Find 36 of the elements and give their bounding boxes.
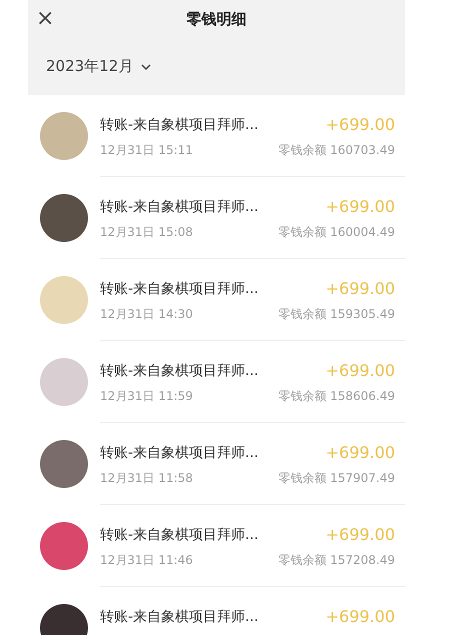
avatar-placeholder (40, 194, 88, 242)
transaction-title: 转账-来自象棋项目拜师... (100, 526, 258, 544)
close-button[interactable]: × (36, 8, 54, 30)
avatar-placeholder (40, 440, 88, 488)
balance-text: 零钱余额 157208.49 (278, 552, 395, 569)
month-selector[interactable]: 2023年12月 (46, 57, 152, 76)
transaction-amount: +699.00 (326, 361, 395, 380)
transaction-amount: +699.00 (326, 525, 395, 544)
balance-text: 零钱余额 157907.49 (278, 470, 395, 487)
transaction-time: 12月31日 11:46 (100, 552, 193, 569)
transaction-time: 12月31日 15:08 (100, 224, 193, 241)
avatar-placeholder (40, 276, 88, 324)
chevron-down-icon (141, 64, 152, 70)
transaction-title: 转账-来自象棋项目拜师... (100, 362, 258, 380)
avatar-placeholder (40, 112, 88, 160)
transaction-amount: +699.00 (326, 443, 395, 462)
transaction-title: 转账-来自象棋项目拜师... (100, 280, 258, 298)
transaction-amount: +699.00 (326, 197, 395, 216)
transaction-title: 转账-来自象棋项目拜师... (100, 116, 258, 134)
avatar-placeholder (40, 358, 88, 406)
balance-text: 零钱余额 160004.49 (278, 224, 395, 241)
transaction-title: 转账-来自象棋项目拜师... (100, 198, 258, 216)
transaction-amount: +699.00 (326, 279, 395, 298)
balance-text: 零钱余额 160703.49 (278, 142, 395, 159)
balance-text: 零钱余额 159305.49 (278, 306, 395, 323)
page-title: 零钱明细 (186, 10, 246, 28)
transaction-title: 转账-来自象棋项目拜师... (100, 444, 258, 462)
transaction-title: 转账-来自象棋项目拜师... (100, 608, 258, 626)
transaction-time: 12月31日 11:59 (100, 388, 193, 405)
transaction-time: 12月31日 15:11 (100, 142, 193, 159)
transaction-amount: +699.00 (326, 115, 395, 134)
transaction-time: 12月31日 14:30 (100, 306, 193, 323)
balance-text: 零钱余额 158606.49 (278, 388, 395, 405)
transaction-time: 12月31日 11:58 (100, 470, 193, 487)
transaction-amount: +699.00 (326, 607, 395, 626)
avatar-placeholder (40, 522, 88, 570)
